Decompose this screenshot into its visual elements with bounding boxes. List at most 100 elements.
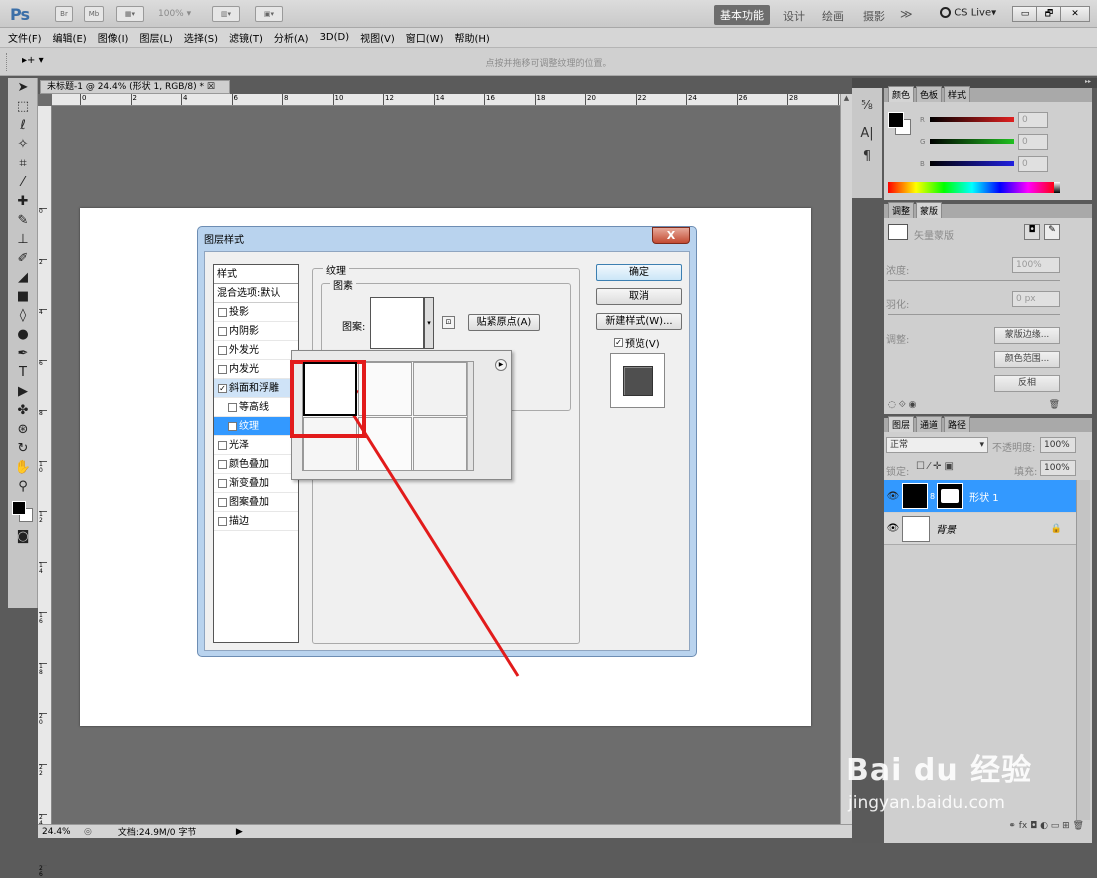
pattern-dropdown-arrow[interactable]: ▾	[424, 297, 434, 349]
minibridge-icon[interactable]: Mb	[84, 6, 104, 22]
style-item-2[interactable]: 外发光	[214, 341, 298, 360]
style-checkbox[interactable]	[218, 364, 227, 374]
style-checkbox[interactable]: ✓	[228, 421, 237, 431]
layer-name[interactable]: 背景	[936, 521, 956, 536]
dodge-tool-icon[interactable]: ●	[12, 326, 34, 344]
new-preset-icon[interactable]: ⊡	[442, 316, 455, 329]
style-checkbox[interactable]	[218, 478, 227, 488]
style-item-11[interactable]: 描边	[214, 512, 298, 531]
style-checkbox[interactable]	[218, 345, 227, 355]
menu-filter[interactable]: 滤镜(T)	[229, 30, 263, 45]
density-slider[interactable]	[888, 280, 1060, 281]
zoom-tool-icon[interactable]: ⚲	[12, 478, 34, 496]
style-checkbox[interactable]	[218, 497, 227, 507]
fill-input[interactable]: 100%	[1040, 460, 1076, 476]
style-item-5[interactable]: 等高线	[214, 398, 298, 417]
spectrum-bw-bar[interactable]	[1054, 182, 1060, 193]
arrange-documents-icon[interactable]: ▥▾	[212, 6, 240, 22]
color-spectrum-bar[interactable]	[888, 182, 1056, 193]
brush-tool-icon[interactable]: ✎	[12, 212, 34, 230]
style-item-9[interactable]: 渐变叠加	[214, 474, 298, 493]
opacity-input[interactable]: 100%	[1040, 437, 1076, 453]
layers-scrollbar[interactable]	[1076, 480, 1090, 820]
restore-button[interactable]: 🗗	[1036, 6, 1062, 22]
status-info-icon[interactable]: ◎	[84, 827, 92, 837]
menu-3d[interactable]: 3D(D)	[320, 32, 350, 43]
channel-input[interactable]: 0	[1018, 156, 1048, 172]
gradient-tool-icon[interactable]: ■	[12, 288, 34, 306]
zoom-level-menu[interactable]: 100% ▾	[158, 9, 191, 19]
blend-options-item[interactable]: 混合选项:默认	[214, 284, 298, 303]
menu-view[interactable]: 视图(V)	[360, 30, 395, 45]
minimize-button[interactable]: ▭	[1012, 6, 1038, 22]
tab-styles[interactable]: 样式	[944, 86, 971, 102]
preview-check-icon[interactable]: ✓	[614, 338, 623, 347]
density-input[interactable]: 100%	[1012, 257, 1060, 273]
more-workspaces[interactable]: ≫	[900, 7, 913, 21]
style-item-8[interactable]: 颜色叠加	[214, 455, 298, 474]
path-selection-tool-icon[interactable]: ▶	[12, 383, 34, 401]
tab-paths[interactable]: 路径	[944, 416, 971, 432]
tab-masks[interactable]: 蒙版	[916, 202, 943, 218]
clone-stamp-tool-icon[interactable]: ⊥	[12, 231, 34, 249]
workspace-photography[interactable]: 摄影	[863, 8, 885, 24]
style-checkbox[interactable]: ✓	[218, 383, 227, 393]
panel-foreground-swatch[interactable]	[888, 112, 904, 128]
tab-color[interactable]: 颜色	[888, 86, 915, 102]
eraser-tool-icon[interactable]: ◢	[12, 269, 34, 287]
menu-analysis[interactable]: 分析(A)	[274, 30, 309, 45]
type-tool-icon[interactable]: T	[12, 364, 34, 382]
style-item-0[interactable]: 投影	[214, 303, 298, 322]
workspace-painting[interactable]: 绘画	[822, 8, 844, 24]
crop-tool-icon[interactable]: ⌗	[12, 155, 34, 173]
workspace-design[interactable]: 设计	[783, 8, 805, 24]
visibility-eye-icon[interactable]: 👁	[884, 491, 902, 502]
invert-button[interactable]: 反相	[994, 375, 1060, 392]
status-menu-arrow[interactable]: ▶	[236, 827, 243, 837]
menu-image[interactable]: 图像(I)	[98, 30, 129, 45]
channel-slider[interactable]	[930, 117, 1014, 122]
ok-button[interactable]: 确定	[596, 264, 682, 281]
vector-mask-button[interactable]: ✎	[1044, 224, 1060, 240]
style-checkbox[interactable]	[218, 459, 227, 469]
tab-swatches[interactable]: 色板	[916, 86, 943, 102]
cancel-button[interactable]: 取消	[596, 288, 682, 305]
document-tab[interactable]: 未标题-1 @ 24.4% (形状 1, RGB/8) * ☒	[40, 80, 230, 94]
style-checkbox[interactable]	[218, 516, 227, 526]
screen-mode-icon[interactable]: ▣▾	[255, 6, 283, 22]
visibility-eye-icon[interactable]: 👁	[884, 523, 902, 534]
color-range-button[interactable]: 颜色范围...	[994, 351, 1060, 368]
pattern-swatch-1[interactable]	[303, 362, 357, 416]
channel-input[interactable]: 0	[1018, 112, 1048, 128]
close-window-button[interactable]: ✕	[1060, 6, 1090, 22]
layers-footer-icons[interactable]: ⚭ fx ◘ ◐ ▭ ⊞ 🗑	[914, 821, 1084, 835]
lasso-tool-icon[interactable]: ℓ	[12, 117, 34, 135]
hand-tool-icon[interactable]: ✋	[12, 459, 34, 477]
pen-tool-icon[interactable]: ✒	[12, 345, 34, 363]
3d-rotate-tool-icon[interactable]: ⊛	[12, 421, 34, 439]
tab-channels[interactable]: 通道	[916, 416, 943, 432]
channel-slider[interactable]	[930, 161, 1014, 166]
snap-to-origin-button[interactable]: 贴紧原点(A)	[468, 314, 540, 331]
layer-name[interactable]: 形状 1	[969, 489, 999, 504]
workspace-essentials[interactable]: 基本功能	[714, 5, 770, 25]
dialog-close-button[interactable]: X	[652, 227, 690, 244]
style-checkbox[interactable]	[218, 307, 227, 317]
shape-tool-icon[interactable]: ✤	[12, 402, 34, 420]
layer-row-background[interactable]: 👁 背景 🔒	[884, 513, 1076, 545]
styles-header[interactable]: 样式	[214, 265, 298, 284]
character-panel-icon[interactable]: A|	[852, 126, 882, 141]
menu-edit[interactable]: 编辑(E)	[53, 30, 87, 45]
menu-help[interactable]: 帮助(H)	[455, 30, 490, 45]
paragraph-panel-icon[interactable]: ¶	[852, 149, 882, 164]
pixel-mask-button[interactable]: ◘	[1024, 224, 1040, 240]
history-panel-icon[interactable]: ⅝	[852, 98, 882, 112]
style-item-1[interactable]: 内阴影	[214, 322, 298, 341]
feather-slider[interactable]	[888, 314, 1060, 315]
blur-tool-icon[interactable]: ◊	[12, 307, 34, 325]
menu-file[interactable]: 文件(F)	[8, 30, 42, 45]
eyedropper-tool-icon[interactable]: ⁄	[12, 174, 34, 192]
chain-link-icon[interactable]: 8	[930, 492, 935, 501]
lock-icons[interactable]: ☐ ⁄ ✛ ▣	[916, 461, 954, 472]
document-vertical-scrollbar[interactable]: ▲	[840, 94, 852, 824]
